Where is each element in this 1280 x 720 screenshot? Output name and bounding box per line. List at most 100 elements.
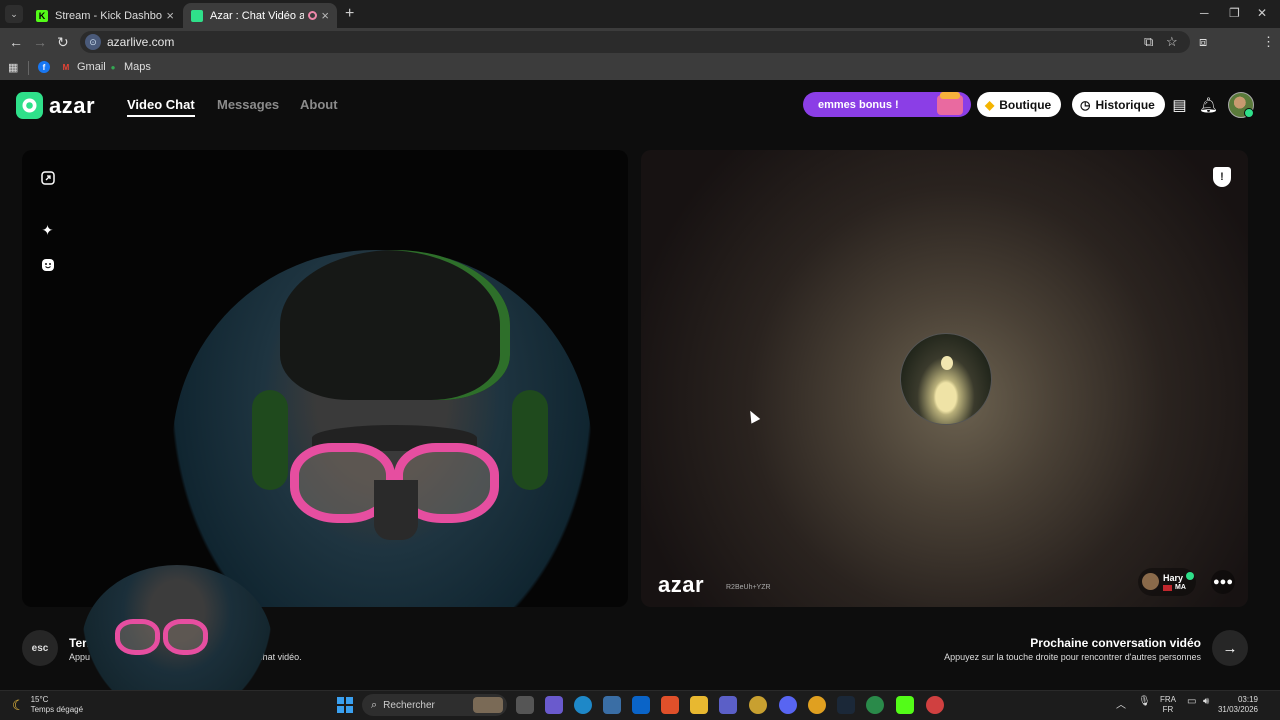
minimize-button[interactable]: ─ [1200,6,1209,20]
tab-close-icon[interactable]: × [166,8,174,23]
next-chat-arrow-button[interactable]: → [1212,630,1248,666]
apps-grid-icon[interactable]: ▦ [8,61,18,74]
network-icon[interactable]: ▭ [1187,696,1196,707]
chat-bubble-icon[interactable]: ●●● [1211,570,1235,594]
tab-close-icon[interactable]: × [321,8,329,23]
nav-about[interactable]: About [300,97,338,112]
shop-button[interactable]: ◆ Boutique [977,92,1062,117]
nav-video-chat[interactable]: Video Chat [127,97,195,117]
facecam-diving-mask [115,619,210,664]
teams-icon[interactable] [719,696,737,714]
bookmark-facebook[interactable]: f [38,61,55,73]
bookmark-label: Maps [124,61,151,73]
windows-start-icon[interactable] [337,697,353,713]
bookmark-gmail[interactable]: M Gmail [60,61,106,73]
peer-info-chip[interactable]: Hary MA [1138,568,1196,596]
azar-watermark: azar [658,572,705,597]
diving-mask-effect [282,425,507,545]
peer-mini-avatar [1142,573,1159,590]
chrome-icon[interactable] [808,696,826,714]
esc-key-button[interactable]: esc [22,630,58,666]
steam-icon[interactable] [837,696,855,714]
address-bar[interactable]: ⊙ azarlive.com [80,31,1190,53]
back-button[interactable]: ← [9,34,23,50]
close-window-button[interactable]: ✕ [1257,6,1267,20]
windows-taskbar: ☾ 15°C Temps dégagé ⌕ Rechercher ︿ 🎙︎ FR… [0,690,1280,720]
moon-weather-icon: ☾ [12,696,25,713]
bookmark-star-icon[interactable]: ☆ [1166,34,1178,50]
chrome-profile-icon[interactable] [926,696,944,714]
clock-time: 03:19 [1237,695,1258,704]
minimize-view-icon[interactable] [39,169,56,186]
facebook-icon: f [38,61,50,73]
gem-icon: ◆ [985,97,995,112]
weather-widget[interactable]: ☾ 15°C Temps dégagé [12,695,83,715]
app-icon[interactable] [866,696,884,714]
tray-chevron-icon[interactable]: ︿ [1116,696,1126,711]
shop-label: Boutique [999,97,1052,112]
inbox-icon[interactable]: ▤ [1170,95,1189,114]
browser-toolbar: ← → ↻ ⊙ azarlive.com ⧉ ☆ ⧈ ⋮ [0,28,1280,77]
report-shield-icon[interactable]: ! [1213,167,1231,187]
azar-logo-icon [16,92,43,119]
outlook-icon[interactable] [632,696,650,714]
restore-button[interactable]: ❐ [1229,6,1240,20]
store-icon[interactable] [603,696,621,714]
maps-pin-icon: ● [110,62,116,72]
system-clock[interactable]: 03:19 31/03/2026 [1218,695,1258,715]
face-effects-icon[interactable] [39,256,56,273]
browser-tab-bar: ⌄ K Stream - Kick Dashboard × Azar : Cha… [0,0,1280,28]
search-placeholder: Rechercher [383,699,435,711]
peer-country: MA [1163,584,1186,591]
clock-date: 31/03/2026 [1217,705,1258,714]
local-camera-hair [280,250,510,400]
bookmark-maps[interactable]: ● Maps [107,61,151,73]
nav-messages[interactable]: Messages [217,97,279,112]
history-label: Historique [1095,97,1155,112]
edge-icon[interactable] [574,696,592,714]
azar-logo[interactable]: azar [16,92,95,119]
taskbar-search[interactable]: ⌕ Rechercher [362,694,507,716]
app-icon[interactable] [749,696,767,714]
search-highlight-image [473,697,503,713]
tab-azar[interactable]: Azar : Chat Vidéo avec de n × [183,3,337,28]
history-button[interactable]: ◷ Historique [1072,92,1165,117]
browser-menu-icon[interactable]: ⋮ [1262,34,1275,50]
weather-temperature: 15°C [30,695,49,704]
forward-button[interactable]: → [33,34,47,50]
search-icon: ⌕ [371,698,378,711]
new-tab-button[interactable]: + [345,5,354,23]
reload-button[interactable]: ↻ [57,34,69,51]
keyboard-layout: FR [1162,705,1174,714]
tab-title: Azar : Chat Vidéo avec de n [210,9,305,22]
peer-video-panel: ! azar R2BeUh+YZR Hary MA ●●● [641,150,1248,607]
promo-text: emmes bonus ! [818,98,899,111]
bonus-promo-banner[interactable]: emmes bonus ! [803,92,971,117]
tab-search-button[interactable]: ⌄ [5,5,23,23]
user-avatar[interactable] [1228,92,1254,118]
tab-kick-dashboard[interactable]: K Stream - Kick Dashboard × [28,3,182,28]
peer-name: Hary [1163,573,1184,583]
extensions-icon[interactable]: ⧈ [1199,34,1207,50]
kick-favicon-icon: K [36,9,48,22]
discord-icon[interactable] [779,696,797,714]
volume-icon[interactable]: 🔊︎ [1203,696,1209,707]
file-explorer-icon[interactable] [690,696,708,714]
bookmark-label: Gmail [77,61,106,73]
brave-icon[interactable] [661,696,679,714]
task-view-icon[interactable] [516,696,534,714]
microphone-icon[interactable]: 🎙︎ [1138,696,1151,707]
kick-icon[interactable] [896,696,914,714]
site-info-icon[interactable]: ⊙ [85,34,101,50]
bookmarks-divider [28,61,29,75]
install-app-icon[interactable]: ⧉ [1144,34,1153,50]
treasure-chest-icon [937,92,963,115]
language-code: FRA [1160,695,1176,704]
notification-bell-icon[interactable]: 🔔︎ [1199,95,1218,114]
copilot-icon[interactable] [545,696,563,714]
recording-indicator-icon [308,11,318,20]
morocco-flag-icon [1163,584,1172,591]
magic-wand-icon[interactable]: ✦ [39,222,56,239]
language-indicator[interactable]: FRA FR [1160,695,1176,715]
azar-logo-text: azar [49,92,96,118]
